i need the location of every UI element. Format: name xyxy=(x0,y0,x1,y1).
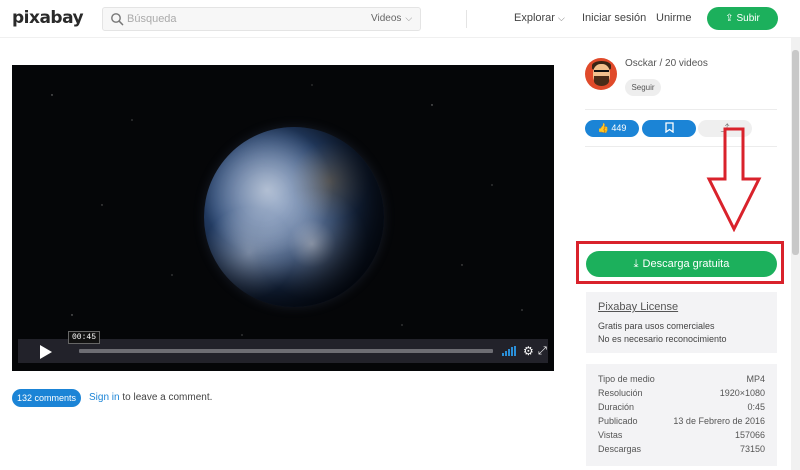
detail-row: Duración 0:45 xyxy=(598,402,765,415)
license-link[interactable]: Pixabay License xyxy=(598,301,678,313)
search-input[interactable] xyxy=(127,10,357,28)
join-link[interactable]: Unirme xyxy=(656,12,691,24)
explore-label: Explorar xyxy=(514,12,555,24)
top-header: pixabay Videos⌵ Explorar⌵ Iniciar sesión… xyxy=(0,0,800,38)
play-icon xyxy=(40,345,52,359)
chevron-down-icon: ⌵ xyxy=(557,13,565,23)
follow-button[interactable]: Seguir xyxy=(625,79,661,96)
explore-menu[interactable]: Explorar ⌵ xyxy=(514,12,565,24)
author-name[interactable]: Osckar / 20 videos xyxy=(625,58,708,69)
video-controls: 00:45 ⚙ ⤢ xyxy=(18,331,548,363)
search-icon[interactable] xyxy=(110,12,124,26)
detail-key: Publicado xyxy=(598,416,638,426)
earth-globe xyxy=(204,127,384,307)
chevron-down-icon: ⌵ xyxy=(405,13,413,23)
author-avatar[interactable] xyxy=(585,58,617,90)
detail-value: 73150 xyxy=(739,444,765,454)
video-player[interactable]: 00:45 ⚙ ⤢ xyxy=(12,65,554,371)
search-type-dropdown[interactable]: Videos ⌵ xyxy=(371,13,412,24)
settings-gear-icon[interactable]: ⚙ xyxy=(523,344,534,358)
annotation-arrow-icon xyxy=(706,127,762,232)
comments-count-badge[interactable]: 132 comments xyxy=(12,389,81,407)
download-label: Descarga gratuita xyxy=(642,258,730,270)
play-button[interactable] xyxy=(24,343,58,361)
license-box: Pixabay License Gratis para usos comerci… xyxy=(586,292,777,353)
fullscreen-icon[interactable]: ⤢ xyxy=(538,344,547,358)
page-scrollbar[interactable] xyxy=(791,38,800,470)
detail-row: Resolución 1920×1080 xyxy=(598,388,765,401)
divider xyxy=(585,109,777,110)
current-time: 00:45 xyxy=(68,331,101,344)
detail-key: Duración xyxy=(598,402,635,412)
volume-icon[interactable] xyxy=(502,346,516,356)
detail-key: Resolución xyxy=(598,388,643,398)
pixabay-logo[interactable]: pixabay xyxy=(12,8,84,28)
bookmark-icon xyxy=(664,122,674,134)
signin-rest: to leave a comment. xyxy=(119,392,213,403)
download-icon: ⤓ xyxy=(633,258,639,270)
detail-key: Descargas xyxy=(598,444,642,454)
detail-row: Descargas 73150 xyxy=(598,444,765,457)
detail-value: 0:45 xyxy=(747,402,765,412)
like-button[interactable]: 👍 449 xyxy=(585,120,639,137)
detail-value: MP4 xyxy=(746,374,765,384)
license-line-attribution: No es necesario reconocimiento xyxy=(598,334,727,344)
upload-label: Subir xyxy=(736,13,760,24)
detail-row: Vistas 157066 xyxy=(598,430,765,443)
like-count: 449 xyxy=(611,123,627,133)
detail-value: 13 de Febrero de 2016 xyxy=(673,416,765,426)
signin-prompt: Sign in to leave a comment. xyxy=(89,392,212,403)
search-bar: Videos⌵ xyxy=(102,7,467,31)
detail-value: 157066 xyxy=(734,430,765,440)
upload-button[interactable]: ⇪ Subir xyxy=(707,7,778,30)
detail-row: Publicado 13 de Febrero de 2016 xyxy=(598,416,765,429)
thumbs-up-icon: 👍 xyxy=(597,123,609,133)
signin-link[interactable]: Sign in xyxy=(89,392,120,403)
detail-row: Tipo de medio MP4 xyxy=(598,374,765,387)
media-details-box: Tipo de medio MP4 Resolución 1920×1080 D… xyxy=(586,364,777,466)
scrollbar-thumb[interactable] xyxy=(792,50,799,255)
detail-key: Tipo de medio xyxy=(598,374,655,384)
upload-icon: ⇪ xyxy=(725,13,734,24)
detail-key: Vistas xyxy=(598,430,623,440)
download-button[interactable]: ⤓ Descarga gratuita xyxy=(586,251,777,277)
video-progress-bar[interactable] xyxy=(79,349,493,353)
login-link[interactable]: Iniciar sesión xyxy=(582,12,646,24)
bookmark-button[interactable] xyxy=(642,120,696,137)
license-line-commercial: Gratis para usos comerciales xyxy=(598,321,715,331)
detail-value: 1920×1080 xyxy=(719,388,765,398)
search-type-label: Videos xyxy=(371,13,402,24)
search-divider xyxy=(466,10,467,28)
